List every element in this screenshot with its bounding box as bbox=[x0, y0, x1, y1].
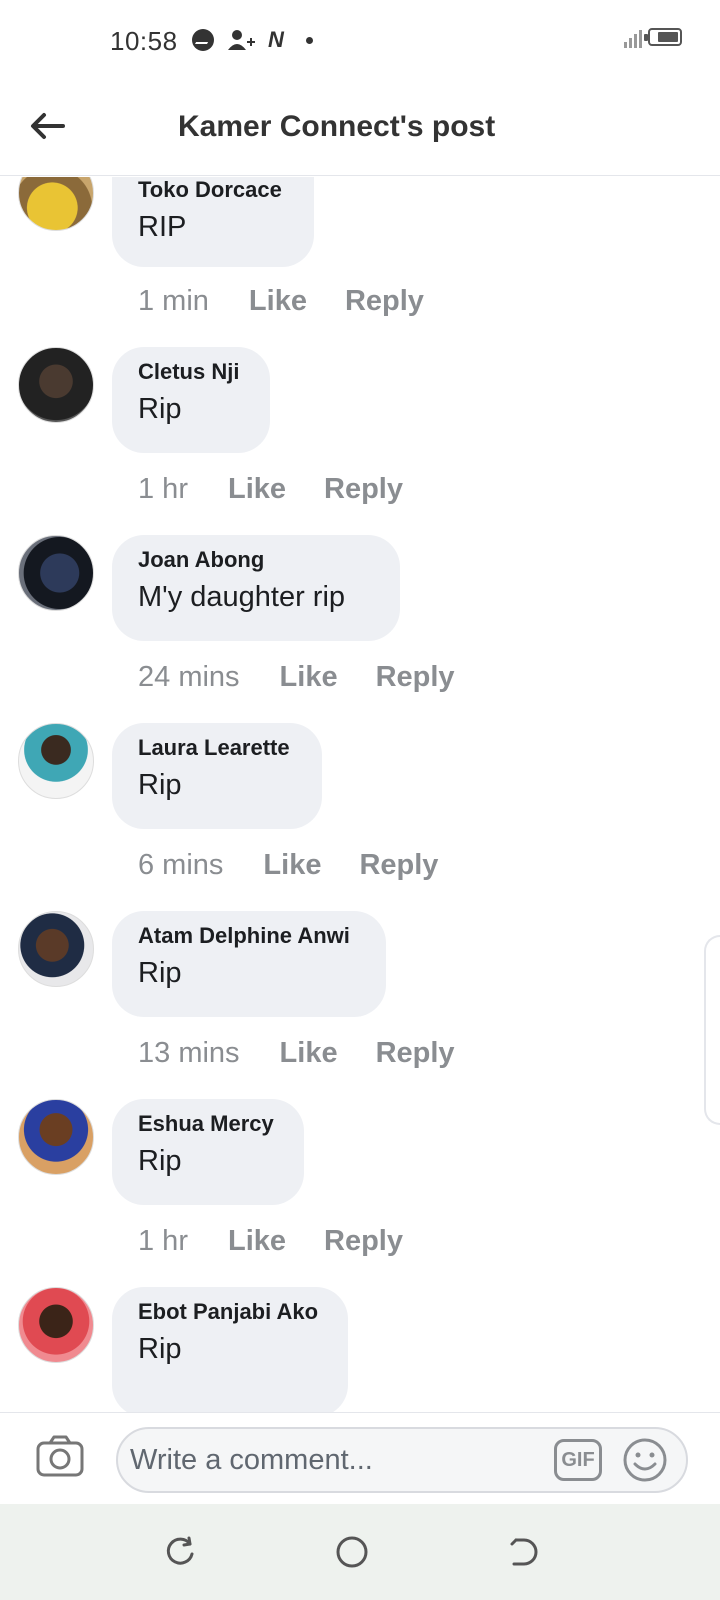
comment-text: Rip bbox=[138, 769, 182, 801]
comment-time[interactable]: 24 mins bbox=[138, 661, 240, 694]
comment-composer: GIF bbox=[0, 1412, 720, 1504]
reply-button[interactable]: Reply bbox=[345, 285, 424, 318]
avatar[interactable] bbox=[18, 1287, 94, 1363]
comment-text: Rip bbox=[138, 1145, 182, 1177]
add-friend-icon bbox=[226, 28, 256, 52]
comment-actions: 1 hr Like Reply bbox=[138, 473, 403, 506]
comment-author[interactable]: Laura Learette bbox=[138, 735, 296, 761]
comment-time[interactable]: 1 min bbox=[138, 285, 209, 318]
avatar[interactable] bbox=[18, 723, 94, 799]
comment-text: Rip bbox=[138, 1333, 182, 1365]
reply-button[interactable]: Reply bbox=[324, 1225, 403, 1258]
battery-icon bbox=[644, 28, 682, 46]
comment-author[interactable]: Joan Abong bbox=[138, 547, 374, 573]
comment-input-box[interactable]: GIF bbox=[116, 1427, 688, 1493]
avatar[interactable] bbox=[18, 535, 94, 611]
reply-button[interactable]: Reply bbox=[359, 849, 438, 882]
camera-icon bbox=[36, 1435, 84, 1477]
comment-author[interactable]: Toko Dorcace bbox=[138, 177, 288, 203]
comment-bubble[interactable]: Laura Learette Rip bbox=[112, 723, 322, 829]
reply-button[interactable]: Reply bbox=[376, 1037, 455, 1070]
post-header: Kamer Connect's post bbox=[0, 80, 720, 176]
reply-button[interactable]: Reply bbox=[376, 661, 455, 694]
nav-back-icon bbox=[510, 1538, 538, 1566]
avatar[interactable] bbox=[18, 177, 94, 231]
like-button[interactable]: Like bbox=[280, 661, 338, 694]
comment-bubble[interactable]: Joan Abong M'y daughter rip bbox=[112, 535, 400, 641]
emoji-icon bbox=[623, 1438, 667, 1482]
back-arrow-icon bbox=[31, 113, 65, 139]
comment-text: Rip bbox=[138, 393, 182, 425]
avatar[interactable] bbox=[18, 911, 94, 987]
emoji-button[interactable] bbox=[622, 1437, 668, 1483]
comment-text: RIP bbox=[138, 211, 187, 243]
comment-time[interactable]: 1 hr bbox=[138, 1225, 188, 1258]
comment-bubble[interactable]: Eshua Mercy Rip bbox=[112, 1099, 304, 1205]
like-button[interactable]: Like bbox=[228, 473, 286, 506]
avatar[interactable] bbox=[18, 347, 94, 423]
comment-text: M'y daughter rip bbox=[138, 581, 346, 613]
comment-time[interactable]: 13 mins bbox=[138, 1037, 240, 1070]
comment-bubble[interactable]: Ebot Panjabi Ako Rip bbox=[112, 1287, 348, 1412]
avatar[interactable] bbox=[18, 1099, 94, 1175]
nav-home-button[interactable] bbox=[334, 1534, 370, 1570]
comment-author[interactable]: Atam Delphine Anwi bbox=[138, 923, 360, 949]
more-notifications-dot-icon bbox=[305, 36, 313, 44]
reply-button[interactable]: Reply bbox=[324, 473, 403, 506]
status-bar: 10:58 N bbox=[0, 0, 720, 80]
comment-actions: 24 mins Like Reply bbox=[138, 661, 455, 694]
like-button[interactable]: Like bbox=[263, 849, 321, 882]
comment-actions: 13 mins Like Reply bbox=[138, 1037, 455, 1070]
status-time: 10:58 bbox=[110, 26, 178, 56]
like-button[interactable]: Like bbox=[249, 285, 307, 318]
comment-input[interactable] bbox=[130, 1437, 540, 1483]
comment-bubble[interactable]: Toko Dorcace RIP bbox=[112, 177, 314, 267]
system-nav-bar bbox=[0, 1504, 720, 1600]
comment-author[interactable]: Ebot Panjabi Ako bbox=[138, 1299, 322, 1325]
messenger-icon bbox=[192, 29, 214, 51]
nav-recents-icon bbox=[166, 1536, 194, 1565]
status-notification-icons: N bbox=[192, 27, 313, 53]
like-button[interactable]: Like bbox=[280, 1037, 338, 1070]
camera-button[interactable] bbox=[36, 1435, 84, 1477]
like-button[interactable]: Like bbox=[228, 1225, 286, 1258]
comments-list[interactable]: Toko Dorcace RIP 1 min Like Reply Cletus… bbox=[0, 177, 720, 1412]
comment-actions: 1 min Like Reply bbox=[138, 285, 424, 318]
comment-time[interactable]: 1 hr bbox=[138, 473, 188, 506]
comment-actions: 6 mins Like Reply bbox=[138, 849, 438, 882]
nav-home-icon bbox=[336, 1536, 368, 1568]
status-system-icons bbox=[624, 26, 682, 48]
comment-actions: 1 hr Like Reply bbox=[138, 1225, 403, 1258]
comment-bubble[interactable]: Atam Delphine Anwi Rip bbox=[112, 911, 386, 1017]
comment-text: Rip bbox=[138, 957, 182, 989]
gif-button[interactable]: GIF bbox=[554, 1439, 602, 1481]
page-title: Kamer Connect's post bbox=[178, 110, 496, 143]
comment-time[interactable]: 6 mins bbox=[138, 849, 223, 882]
comment-author[interactable]: Eshua Mercy bbox=[138, 1111, 278, 1137]
nav-back-button[interactable] bbox=[506, 1534, 542, 1570]
notification-n-icon: N bbox=[268, 27, 284, 52]
comment-author[interactable]: Cletus Nji bbox=[138, 359, 244, 385]
scroll-handle[interactable] bbox=[704, 935, 720, 1125]
back-button[interactable] bbox=[26, 104, 70, 148]
nav-recents-button[interactable] bbox=[162, 1534, 198, 1570]
signal-icon bbox=[624, 26, 642, 48]
comment-bubble[interactable]: Cletus Nji Rip bbox=[112, 347, 270, 453]
